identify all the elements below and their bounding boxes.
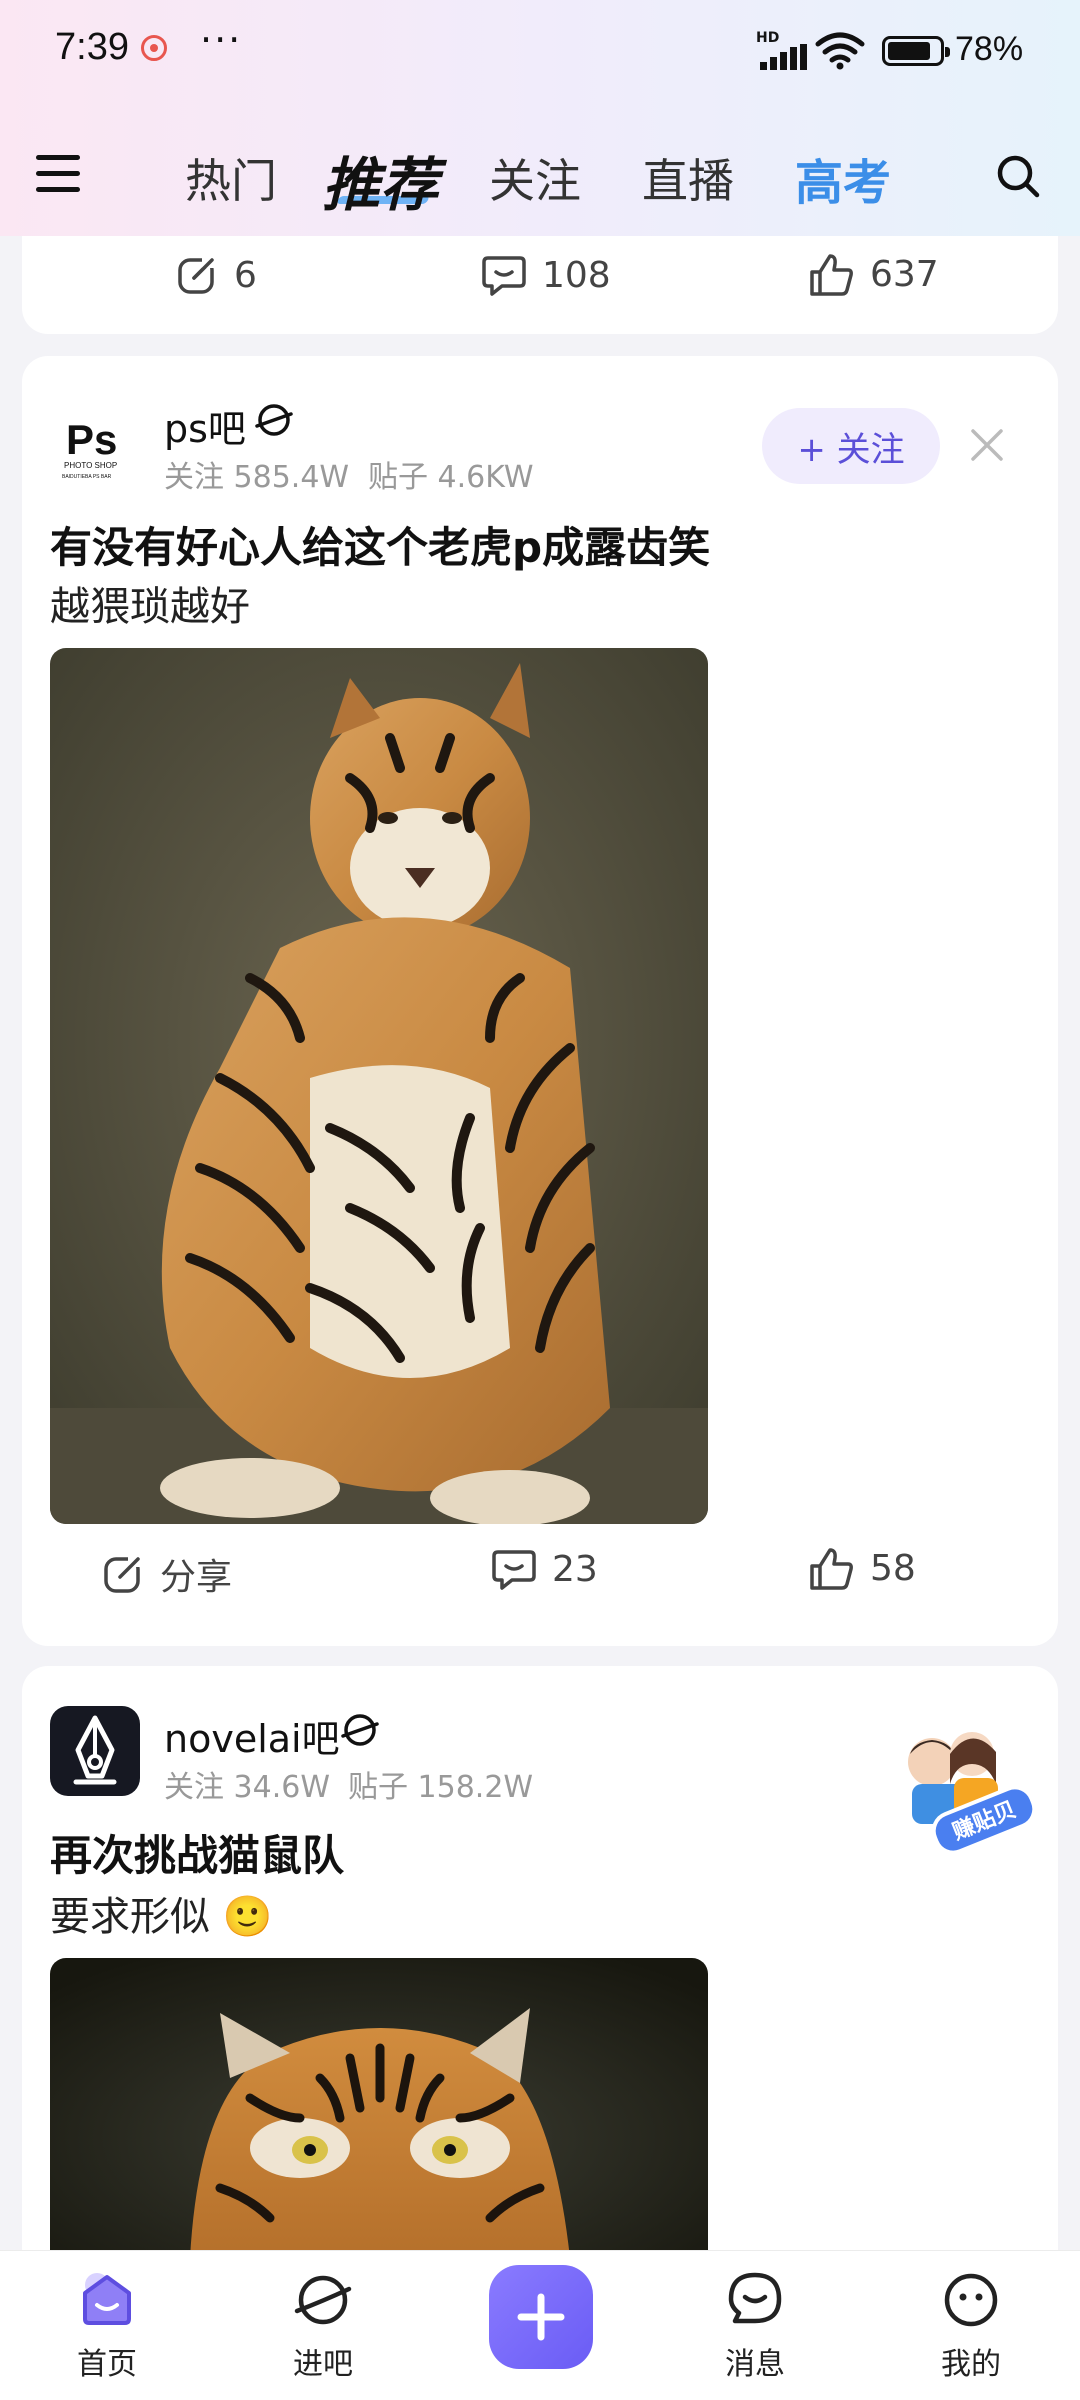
share-button[interactable]: 分享 xyxy=(102,1548,232,1600)
tab-profile-label: 我的 xyxy=(941,2347,1001,2382)
svg-text:PHOTO SHOP: PHOTO SHOP xyxy=(64,461,117,470)
post-title[interactable]: 有没有好心人给这个老虎p成露齿笑 xyxy=(50,514,710,575)
tab-enter-forum-label: 进吧 xyxy=(293,2347,353,2382)
like-button[interactable]: 637 xyxy=(808,252,939,296)
post-card[interactable]: novelai吧 关注 34.6W 贴子 158.2W 赚贴贝 再次挑战猫鼠队 … xyxy=(22,1666,1058,2306)
earn-coins-badge[interactable]: 赚贴贝 xyxy=(892,1724,1042,1874)
menu-icon[interactable] xyxy=(36,155,80,195)
forum-avatar[interactable] xyxy=(50,1706,140,1796)
profile-face-icon xyxy=(944,2273,998,2327)
signal-icon xyxy=(760,44,807,70)
follow-button[interactable]: + 关注 xyxy=(762,408,940,484)
create-post-button[interactable] xyxy=(489,2265,593,2369)
tab-hot[interactable]: 热门 xyxy=(185,145,277,211)
tab-profile[interactable]: 我的 xyxy=(906,2271,1036,2383)
planet-icon xyxy=(341,1714,379,1746)
like-count: 58 xyxy=(870,1547,916,1589)
post-body[interactable]: 越猥琐越好 xyxy=(50,574,250,632)
share-label: 分享 xyxy=(160,1557,233,1598)
share-icon xyxy=(104,1553,144,1593)
ps-logo-text: Ps xyxy=(66,416,117,463)
pen-nib-icon xyxy=(73,1715,117,1785)
tab-messages-label: 消息 xyxy=(725,2347,785,2382)
post-body[interactable]: 要求形似 🙂 xyxy=(50,1884,273,1942)
more-notifications-icon: ··· xyxy=(200,18,243,62)
battery-percent: 78% xyxy=(955,30,1024,68)
previous-post-card: 6 108 637 xyxy=(22,236,1058,334)
comment-count: 23 xyxy=(552,1548,598,1590)
thumbs-up-icon xyxy=(810,1548,853,1590)
forum-post-count: 贴子 4.6KW xyxy=(368,460,534,495)
tab-messages[interactable]: 消息 xyxy=(690,2271,820,2383)
like-count: 637 xyxy=(870,253,939,295)
tab-home-label: 首页 xyxy=(77,2347,137,2382)
home-icon xyxy=(83,2273,131,2325)
message-icon xyxy=(728,2272,782,2324)
comment-count: 108 xyxy=(542,254,611,296)
status-bar: 7:39 ··· HD 78% xyxy=(0,0,1080,100)
battery-icon xyxy=(882,36,950,66)
like-button[interactable]: 58 xyxy=(808,1546,916,1590)
wifi-icon xyxy=(815,32,865,70)
tiger-image[interactable] xyxy=(50,648,708,1524)
tab-following[interactable]: 关注 xyxy=(489,145,581,211)
post-title[interactable]: 再次挑战猫鼠队 xyxy=(50,1822,344,1883)
status-time: 7:39 xyxy=(55,26,129,68)
share-button[interactable]: 6 xyxy=(176,254,257,296)
bottom-tab-bar: 首页 进吧 消息 我的 xyxy=(0,2250,1080,2400)
planet-icon xyxy=(294,2275,352,2325)
planet-icon xyxy=(255,404,293,436)
forum-followers: 关注 585.4W xyxy=(164,460,350,495)
svg-text:BAIDUTIEBA PS BAR: BAIDUTIEBA PS BAR xyxy=(62,474,112,480)
forum-avatar[interactable]: Ps PHOTO SHOP BAIDUTIEBA PS BAR xyxy=(50,398,140,488)
forum-followers: 关注 34.6W xyxy=(164,1770,330,1805)
forum-name[interactable]: ps吧 xyxy=(164,398,246,453)
plus-icon xyxy=(517,2293,565,2341)
comment-button[interactable]: 23 xyxy=(492,1548,598,1590)
tiger-image[interactable] xyxy=(50,1958,708,2258)
tab-enter-forum[interactable]: 进吧 xyxy=(258,2271,388,2383)
close-icon[interactable] xyxy=(970,428,1004,462)
share-count: 6 xyxy=(234,254,257,296)
comment-button[interactable]: 108 xyxy=(482,254,611,296)
tab-recommend[interactable]: 推荐 xyxy=(322,138,438,222)
comment-icon xyxy=(492,1550,536,1590)
forum-name[interactable]: novelai吧 xyxy=(164,1708,340,1763)
music-app-icon xyxy=(141,35,167,61)
search-icon[interactable] xyxy=(996,154,1040,198)
tab-home[interactable]: 首页 xyxy=(42,2271,172,2383)
forum-post-count: 贴子 158.2W xyxy=(348,1770,534,1805)
comment-icon xyxy=(482,256,526,296)
tab-gaokao[interactable]: 高考 xyxy=(795,143,891,213)
share-icon xyxy=(178,254,218,294)
thumbs-up-icon xyxy=(810,254,853,296)
post-card[interactable]: Ps PHOTO SHOP BAIDUTIEBA PS BAR ps吧 关注 5… xyxy=(22,356,1058,1646)
tab-live[interactable]: 直播 xyxy=(642,145,734,211)
